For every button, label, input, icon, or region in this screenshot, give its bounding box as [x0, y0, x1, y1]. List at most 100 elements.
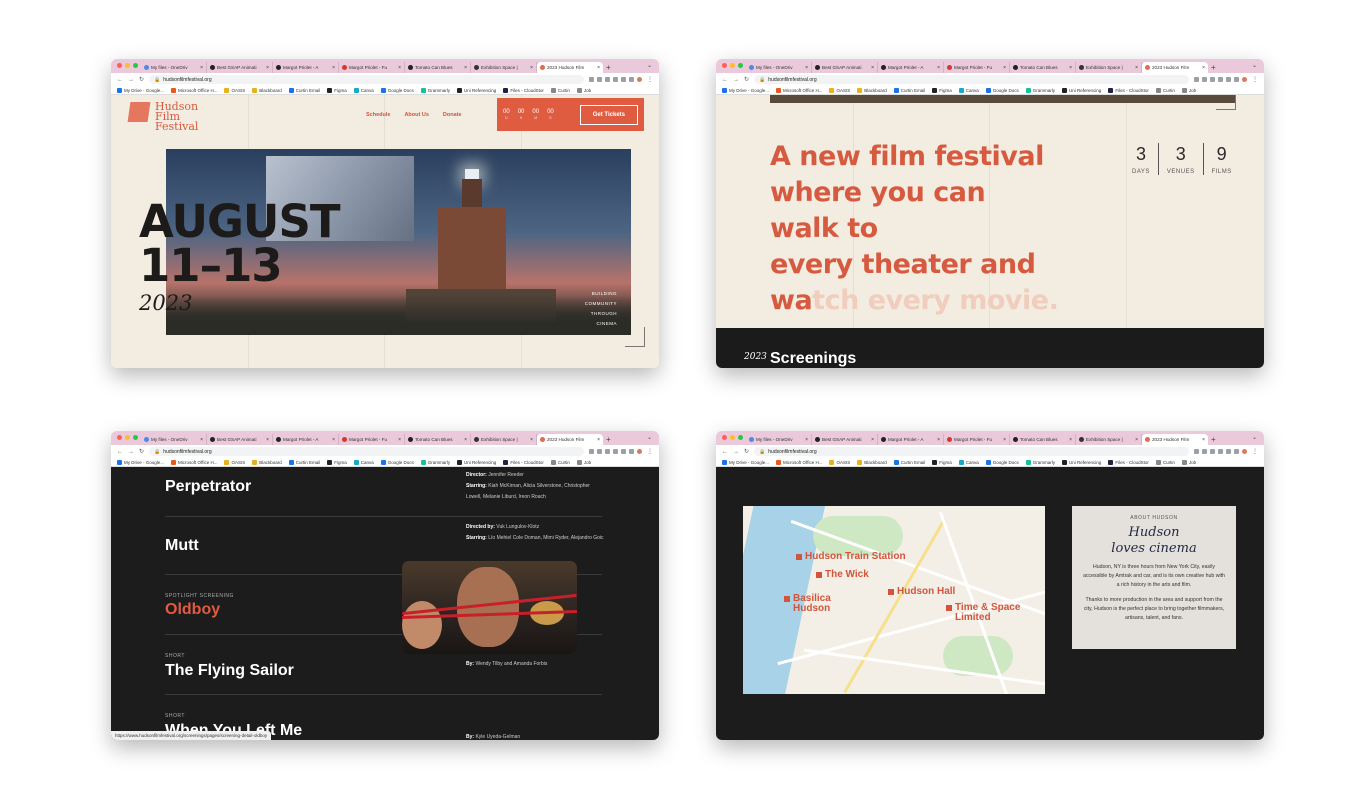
bookmark-item[interactable]: Google Docs [985, 87, 1019, 93]
bookmark-item[interactable]: Grammarly [420, 459, 450, 465]
bookmark-item[interactable]: Figma [932, 87, 952, 93]
menu-icon[interactable]: ⋮ [647, 76, 653, 83]
close-tab-icon[interactable]: × [464, 437, 467, 443]
map-pin-the-wick[interactable]: The Wick [816, 570, 869, 580]
bookmark-item[interactable]: Uni Referencing [457, 87, 496, 93]
bookmark-item[interactable]: Files - CloudStor [503, 459, 544, 465]
browser-tab[interactable]: Tomato Can Blues × [405, 434, 471, 445]
browser-tab[interactable]: Tomato Can Blues × [1010, 62, 1076, 73]
bookmark-item[interactable]: Blackboard [857, 87, 887, 93]
close-tab-icon[interactable]: × [266, 437, 269, 443]
new-tab-button[interactable]: + [606, 62, 611, 73]
browser-tab[interactable]: 2023 Hudson Film × [537, 434, 603, 445]
forward-icon[interactable]: → [128, 77, 134, 83]
bookmark-item[interactable]: Curtin Email [288, 459, 320, 465]
nav-donate[interactable]: Donate [443, 112, 462, 118]
tab-search-icon[interactable]: ⌄ [647, 62, 652, 69]
browser-tab[interactable]: 2023 Hudson Film × [1142, 62, 1208, 73]
browser-tab[interactable]: Tomato Can Blues × [1010, 434, 1076, 445]
bookmark-item[interactable]: Curtin Email [893, 459, 925, 465]
bookmark-item[interactable]: Figma [932, 459, 952, 465]
window-controls[interactable] [722, 63, 743, 68]
bookmark-item[interactable]: My Drive - Google... [722, 87, 769, 93]
browser-tab[interactable]: Exhibition Space | × [471, 62, 537, 73]
close-tab-icon[interactable]: × [1135, 65, 1138, 71]
back-icon[interactable]: ← [117, 77, 123, 83]
window-controls[interactable] [722, 435, 743, 440]
nav-schedule[interactable]: Schedule [366, 112, 390, 118]
close-tab-icon[interactable]: × [871, 65, 874, 71]
bookmark-item[interactable]: Google Docs [985, 459, 1019, 465]
bookmark-item[interactable]: Grammarly [1025, 459, 1055, 465]
bookmark-item[interactable]: Grammarly [1025, 87, 1055, 93]
browser-tab[interactable]: Margot Priolet - Fu × [339, 434, 405, 445]
bookmark-item[interactable]: Job [576, 459, 591, 465]
close-tab-icon[interactable]: × [937, 65, 940, 71]
tab-search-icon[interactable]: ⌄ [647, 434, 652, 441]
bookmark-item[interactable]: Curtin [550, 459, 570, 465]
screening-row-perpetrator[interactable]: Perpetrator Director: Jennifer Reeder St… [165, 467, 602, 517]
bookmark-item[interactable]: Uni Referencing [457, 459, 496, 465]
bookmark-item[interactable]: Blackboard [857, 459, 887, 465]
browser-tab[interactable]: Margot Priolet - Fu × [944, 434, 1010, 445]
close-tab-icon[interactable]: × [805, 437, 808, 443]
browser-tab[interactable]: Margot Priolet - Fu × [944, 62, 1010, 73]
browser-tab[interactable]: Exhibition Space | × [471, 434, 537, 445]
browser-tab[interactable]: My files - OneDriv × [141, 62, 207, 73]
nav-about-us[interactable]: About Us [404, 112, 428, 118]
close-tab-icon[interactable]: × [200, 437, 203, 443]
bookmark-item[interactable]: My Drive - Google... [722, 459, 769, 465]
browser-tab[interactable]: Tomato Can Blues × [405, 62, 471, 73]
tab-search-icon[interactable]: ⌄ [1252, 62, 1257, 69]
url-input[interactable]: 🔒 hudsonfilmfestival.org [149, 75, 584, 84]
bookmark-item[interactable]: Canva [958, 87, 979, 93]
browser-tab[interactable]: 2023 Hudson Film × [1142, 434, 1208, 445]
close-tab-icon[interactable]: × [805, 65, 808, 71]
close-tab-icon[interactable]: × [332, 437, 335, 443]
extensions-bar[interactable] [589, 449, 642, 454]
map-pin-hudson-train-station[interactable]: Hudson Train Station [796, 552, 906, 562]
site-logo[interactable]: Hudson Film Festival [127, 101, 198, 132]
url-input[interactable]: 🔒 hudsonfilmfestival.org [754, 447, 1189, 456]
browser-tab[interactable]: Best GSAP Animati × [207, 62, 273, 73]
venue-map[interactable]: Hudson Train Station The Wick Basilica H… [743, 506, 1045, 694]
map-pin-basilica-hudson[interactable]: Basilica Hudson [784, 594, 844, 614]
browser-tab[interactable]: Margot Priolet - A × [878, 434, 944, 445]
bookmark-item[interactable]: Microsoft Office H... [171, 459, 217, 465]
bookmark-item[interactable]: Uni Referencing [1062, 459, 1101, 465]
browser-tab[interactable]: Exhibition Space | × [1076, 434, 1142, 445]
bookmark-item[interactable]: Google Docs [380, 459, 414, 465]
browser-tab[interactable]: 2023 Hudson Film × [537, 62, 603, 73]
bookmark-item[interactable]: My Drive - Google... [117, 87, 164, 93]
close-tab-icon[interactable]: × [1202, 437, 1205, 443]
close-tab-icon[interactable]: × [1069, 437, 1072, 443]
close-tab-icon[interactable]: × [464, 65, 467, 71]
close-tab-icon[interactable]: × [332, 65, 335, 71]
menu-icon[interactable]: ⋮ [1252, 448, 1258, 455]
close-tab-icon[interactable]: × [1135, 437, 1138, 443]
bookmark-item[interactable]: Curtin [550, 87, 570, 93]
bookmark-item[interactable]: OASIS [224, 87, 245, 93]
forward-icon[interactable]: → [128, 449, 134, 455]
new-tab-button[interactable]: + [606, 434, 611, 445]
bookmark-item[interactable]: Uni Referencing [1062, 87, 1101, 93]
bookmark-item[interactable]: Canva [958, 459, 979, 465]
close-tab-icon[interactable]: × [530, 65, 533, 71]
bookmark-item[interactable]: Curtin [1155, 87, 1175, 93]
bookmark-item[interactable]: Canva [353, 87, 374, 93]
bookmark-item[interactable]: Grammarly [420, 87, 450, 93]
extensions-bar[interactable] [589, 77, 642, 82]
bookmark-item[interactable]: Figma [327, 87, 347, 93]
bookmark-item[interactable]: Figma [327, 459, 347, 465]
bookmark-item[interactable]: OASIS [829, 87, 850, 93]
bookmark-item[interactable]: Blackboard [252, 459, 282, 465]
bookmark-item[interactable]: Curtin Email [893, 87, 925, 93]
url-input[interactable]: 🔒 hudsonfilmfestival.org [754, 75, 1189, 84]
bookmark-item[interactable]: Job [1181, 459, 1196, 465]
back-icon[interactable]: ← [117, 449, 123, 455]
close-tab-icon[interactable]: × [1202, 65, 1205, 71]
forward-icon[interactable]: → [733, 449, 739, 455]
new-tab-button[interactable]: + [1211, 434, 1216, 445]
get-tickets-button[interactable]: Get Tickets [579, 104, 638, 125]
extensions-bar[interactable] [1194, 77, 1247, 82]
